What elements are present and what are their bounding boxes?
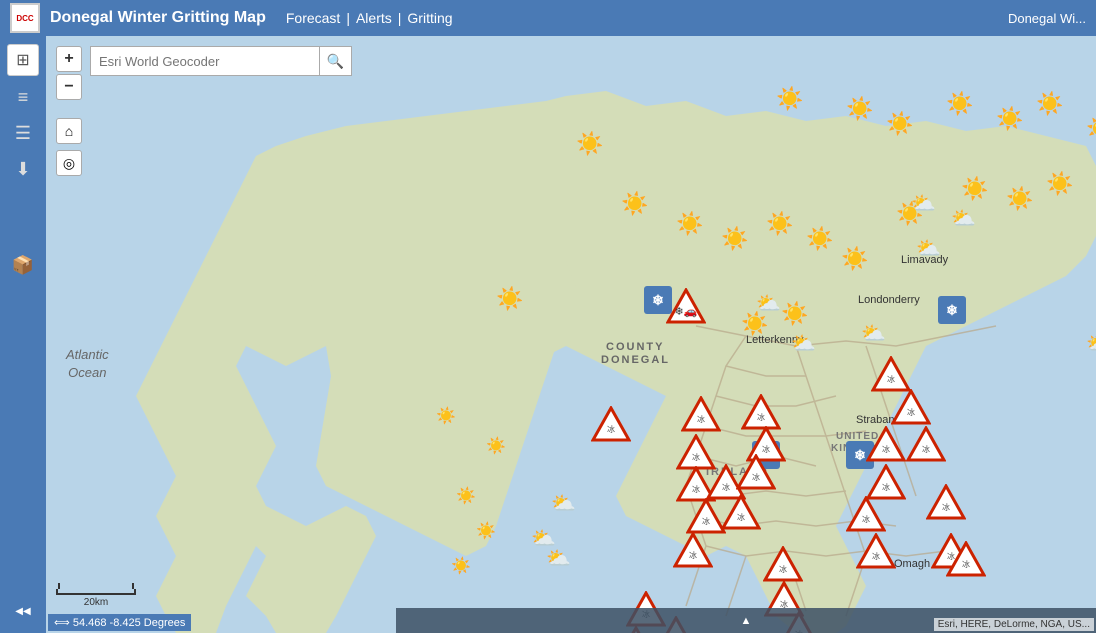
header-title: Donegal Winter Gritting Map	[50, 9, 266, 27]
search-button[interactable]: 🔍	[320, 46, 352, 76]
popup-text: ▲	[741, 615, 752, 627]
header-nav: Forecast | Alerts | Gritting	[286, 10, 453, 26]
sidebar-download-icon[interactable]: ⬇	[8, 154, 38, 184]
home-button[interactable]: ⌂	[56, 118, 82, 144]
nav-alerts[interactable]: Alerts	[356, 10, 392, 26]
sidebar: ⊞ ≡ ☰ ⬇ 📦	[0, 36, 46, 633]
attribution: Esri, HERE, DeLorme, NGA, US...	[934, 618, 1094, 631]
scale-line	[56, 589, 136, 595]
map-controls: + −	[56, 46, 82, 100]
zoom-in-button[interactable]: +	[56, 46, 82, 72]
header-right: Donegal Wi...	[1008, 11, 1086, 26]
scale-bar: 20km	[56, 589, 136, 608]
nav-sep2: |	[398, 10, 402, 26]
zoom-out-button[interactable]: −	[56, 74, 82, 100]
header-logo: DCC	[10, 3, 40, 33]
sidebar-package-icon[interactable]: 📦	[8, 250, 38, 280]
nav-gritting[interactable]: Gritting	[407, 10, 452, 26]
home-icon: ⌂	[65, 123, 73, 139]
scale-label: 20km	[56, 597, 136, 608]
nav-forecast[interactable]: Forecast	[286, 10, 340, 26]
sidebar-layers-icon[interactable]: ≡	[8, 82, 38, 112]
locate-button[interactable]: ◎	[56, 150, 82, 176]
coords-value: 54.468 -8.425 Degrees	[73, 617, 186, 629]
header: DCC Donegal Winter Gritting Map Forecast…	[0, 0, 1096, 36]
search-input[interactable]	[90, 46, 320, 76]
collapse-icon: ◀◀	[15, 606, 30, 617]
locate-icon: ◎	[63, 155, 75, 172]
sidebar-list-icon[interactable]: ☰	[8, 118, 38, 148]
search-box: 🔍	[90, 46, 352, 76]
collapse-sidebar-button[interactable]: ◀◀	[0, 601, 46, 621]
coords-icon: ⟺	[54, 617, 73, 629]
map[interactable]: + − ⌂ ◎ 🔍 Atlantic Ocean COUNTY DONEGAL …	[46, 36, 1096, 633]
search-icon: 🔍	[327, 53, 344, 70]
nav-sep1: |	[346, 10, 350, 26]
sidebar-grid-btn[interactable]: ⊞	[7, 44, 39, 76]
coordinates-display: ⟺ 54.468 -8.425 Degrees	[48, 614, 191, 631]
